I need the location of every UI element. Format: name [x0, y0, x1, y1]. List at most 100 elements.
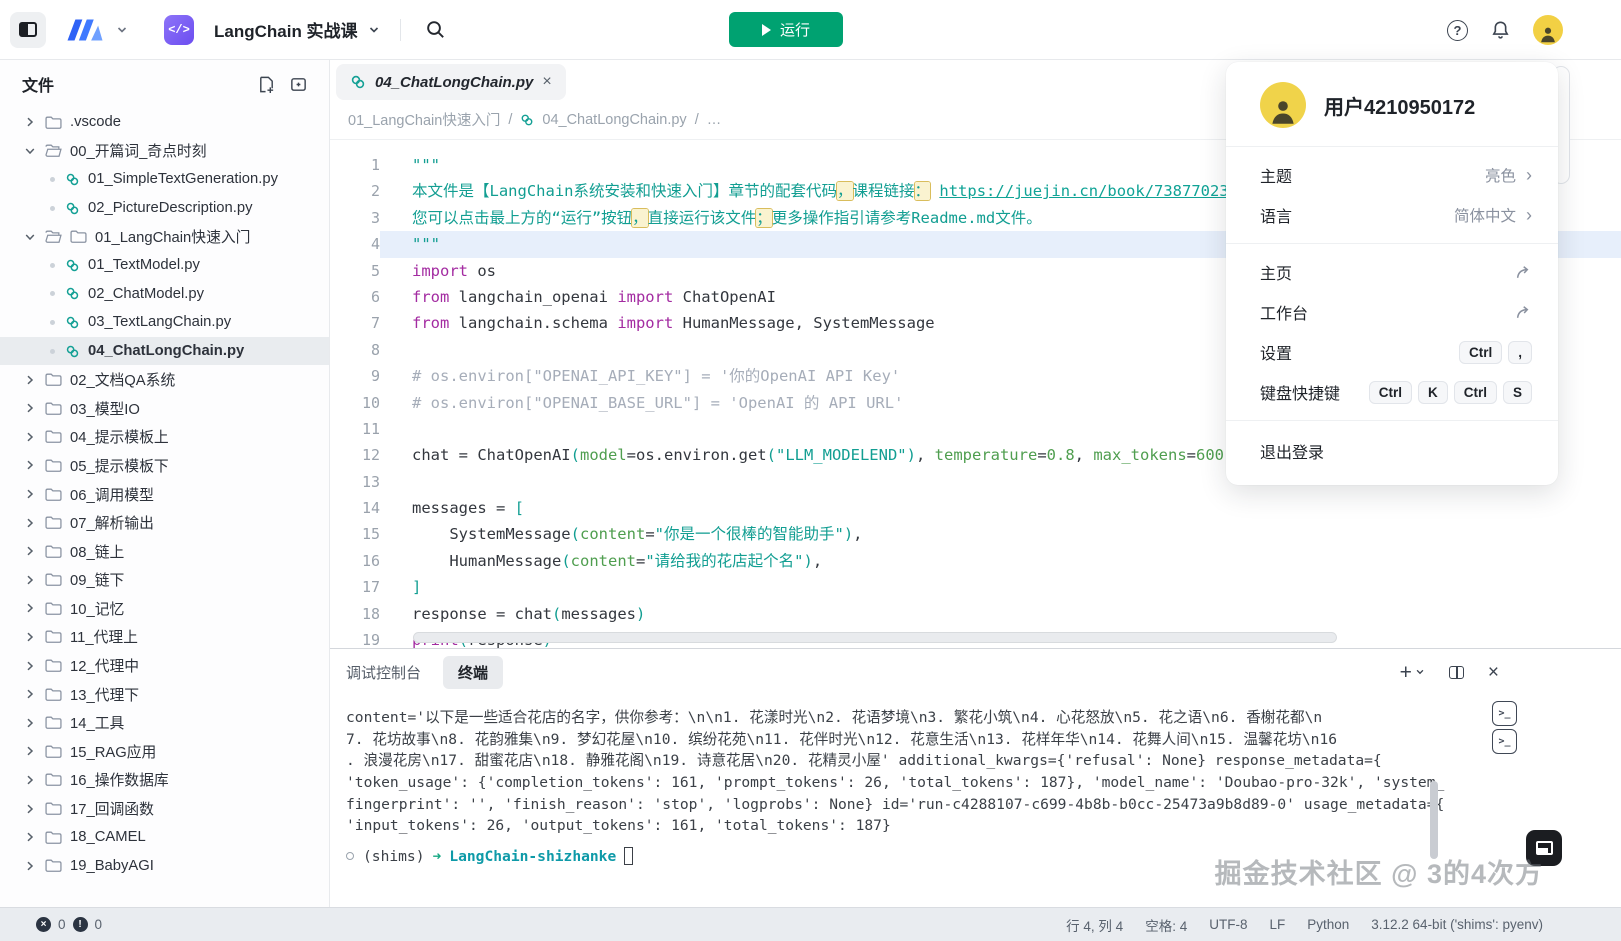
close-panel-icon[interactable]: × — [1488, 663, 1499, 682]
close-icon[interactable]: × — [542, 74, 551, 90]
folder-icon — [45, 401, 62, 416]
sidebar-toggle-button[interactable] — [10, 12, 46, 48]
project-title[interactable]: LangChain 实战课 — [214, 17, 358, 42]
warnings-count[interactable]: 0 — [95, 917, 103, 932]
menu-item-logout[interactable]: 退出登录 — [1226, 431, 1558, 471]
breadcrumb-ellipsis[interactable]: … — [707, 112, 722, 128]
line-code: response = chat(messages) — [380, 601, 1621, 627]
tab-terminal[interactable]: 终端 — [443, 656, 503, 689]
tree-folder-item[interactable]: 13_代理下 — [0, 680, 329, 709]
tree-file-item[interactable]: 01_SimpleTextGeneration.py — [0, 165, 329, 194]
eol-type[interactable]: LF — [1269, 917, 1285, 932]
user-avatar[interactable] — [1533, 15, 1563, 45]
tab-debug-console[interactable]: 调试控制台 — [346, 662, 421, 683]
errors-icon[interactable]: × — [36, 917, 51, 932]
new-folder-icon[interactable] — [285, 71, 311, 97]
tree-file-item[interactable]: 04_ChatLongChain.py — [0, 337, 329, 366]
terminal-output-line: content='以下是一些适合花店的名字，供你参考：\n\n1. 花漾时光\n… — [346, 707, 1451, 729]
chevron-down-icon[interactable] — [116, 24, 128, 36]
code-line-17[interactable]: 17] — [330, 574, 1621, 600]
line-number: 19 — [330, 627, 380, 648]
tree-folder-item[interactable]: 12_代理中 — [0, 651, 329, 680]
menu-item-home[interactable]: 主页 — [1226, 252, 1558, 292]
tree-folder-item[interactable]: 05_提示模板下 — [0, 451, 329, 480]
code-line-15[interactable]: 15 SystemMessage(content="你是一个很棒的智能助手"), — [330, 521, 1621, 547]
encoding[interactable]: UTF-8 — [1209, 917, 1247, 932]
horizontal-scrollbar[interactable] — [413, 632, 1337, 643]
tree-folder-item[interactable]: 01_LangChain快速入门 — [0, 222, 329, 251]
tree-file-item[interactable]: 03_TextLangChain.py — [0, 308, 329, 337]
panel-layout-icon — [1536, 841, 1553, 855]
interpreter[interactable]: 3.12.2 64-bit ('shims': pyenv) — [1371, 917, 1543, 932]
chevron-icon — [22, 232, 38, 242]
language-mode[interactable]: Python — [1307, 917, 1349, 932]
tree-folder-item[interactable]: 07_解析输出 — [0, 508, 329, 537]
tree-folder-item[interactable]: 08_链上 — [0, 537, 329, 566]
tree-folder-item[interactable]: 11_代理上 — [0, 623, 329, 652]
tree-folder-item[interactable]: 09_链下 — [0, 566, 329, 595]
keycap: Ctrl — [1369, 381, 1412, 404]
tree-item-label: 13_代理下 — [70, 684, 139, 705]
marscode-logo[interactable] — [64, 17, 106, 43]
menu-item-theme[interactable]: 主题 亮色 › — [1226, 155, 1558, 195]
terminal-session-icon[interactable]: >_ — [1492, 729, 1517, 754]
tree-folder-item[interactable]: 19_BabyAGI — [0, 851, 329, 880]
terminal-scrollbar[interactable] — [1430, 781, 1438, 859]
line-number: 18 — [330, 601, 380, 627]
tree-file-item[interactable]: 02_PictureDescription.py — [0, 194, 329, 223]
tree-folder-item[interactable]: 16_操作数据库 — [0, 766, 329, 795]
chevron-icon — [22, 489, 38, 499]
panel-layout-button[interactable] — [1526, 830, 1562, 866]
tree-folder-item[interactable]: .vscode — [0, 108, 329, 137]
new-terminal-button[interactable]: + — [1400, 662, 1425, 683]
tree-folder-item[interactable]: 06_调用模型 — [0, 480, 329, 509]
new-file-icon[interactable] — [253, 71, 279, 97]
tree-folder-item[interactable]: 17_回调函数 — [0, 794, 329, 823]
chevron-icon — [22, 718, 38, 728]
breadcrumb-folder[interactable]: 01_LangChain快速入门 — [348, 109, 500, 130]
chevron-icon — [22, 746, 38, 756]
errors-count[interactable]: 0 — [58, 917, 66, 932]
prompt-arrow-icon: ➜ — [433, 848, 442, 865]
tab-04-chatlongchain[interactable]: 04_ChatLongChain.py × — [336, 64, 566, 100]
terminal-prompt[interactable]: (shims) ➜ LangChain-shizhanke — [330, 847, 1621, 865]
warnings-icon[interactable]: ! — [73, 917, 88, 932]
terminal-session-icon[interactable]: >_ — [1492, 701, 1517, 726]
menu-item-language[interactable]: 语言 简体中文 › — [1226, 195, 1558, 235]
tree-folder-item[interactable]: 00_开篇词_奇点时刻 — [0, 137, 329, 166]
sidebar-toggle-icon — [19, 22, 37, 37]
terminal-output-line: fingerprint': '', 'finish_reason': 'stop… — [346, 794, 1451, 816]
line-number: 11 — [330, 416, 380, 442]
line-number: 5 — [330, 258, 380, 284]
bell-icon[interactable] — [1490, 19, 1511, 41]
chevron-down-icon[interactable] — [368, 24, 380, 36]
code-line-18[interactable]: 18response = chat(messages) — [330, 601, 1621, 627]
tree-folder-item[interactable]: 15_RAG应用 — [0, 737, 329, 766]
tree-folder-item[interactable]: 02_文档QA系统 — [0, 365, 329, 394]
tree-folder-item[interactable]: 03_模型IO — [0, 394, 329, 423]
menu-item-workbench[interactable]: 工作台 — [1226, 292, 1558, 332]
tree-folder-item[interactable]: 14_工具 — [0, 708, 329, 737]
tree-folder-item[interactable]: 18_CAMEL — [0, 823, 329, 852]
tree-folder-item[interactable]: 04_提示模板上 — [0, 423, 329, 452]
indentation[interactable]: 空格: 4 — [1145, 915, 1187, 935]
tree-file-item[interactable]: 01_TextModel.py — [0, 251, 329, 280]
prompt-marker-icon — [346, 852, 354, 860]
tree-folder-item[interactable]: 10_记忆 — [0, 594, 329, 623]
tree-item-label: 05_提示模板下 — [70, 455, 169, 476]
menu-item-shortcuts[interactable]: 键盘快捷键 Ctrl K Ctrl S — [1226, 372, 1558, 412]
chevron-icon — [22, 546, 38, 556]
help-icon[interactable]: ? — [1447, 20, 1468, 41]
tree-file-item[interactable]: 02_ChatModel.py — [0, 280, 329, 309]
search-icon[interactable] — [425, 19, 446, 40]
code-line-16[interactable]: 16 HumanMessage(content="请给我的花店起个名"), — [330, 548, 1621, 574]
menu-item-settings[interactable]: 设置 Ctrl , — [1226, 332, 1558, 372]
breadcrumb-file[interactable]: 04_ChatLongChain.py — [542, 112, 686, 128]
folder-icon — [45, 544, 62, 559]
cursor-position[interactable]: 行 4, 列 4 — [1066, 915, 1123, 935]
code-line-14[interactable]: 14messages = [ — [330, 495, 1621, 521]
line-number: 1 — [330, 152, 380, 178]
run-button[interactable]: 运行 — [729, 12, 843, 47]
terminal-output[interactable]: content='以下是一些适合花店的名字，供你参考：\n\n1. 花漾时光\n… — [330, 695, 1621, 837]
split-terminal-icon[interactable] — [1449, 666, 1464, 679]
